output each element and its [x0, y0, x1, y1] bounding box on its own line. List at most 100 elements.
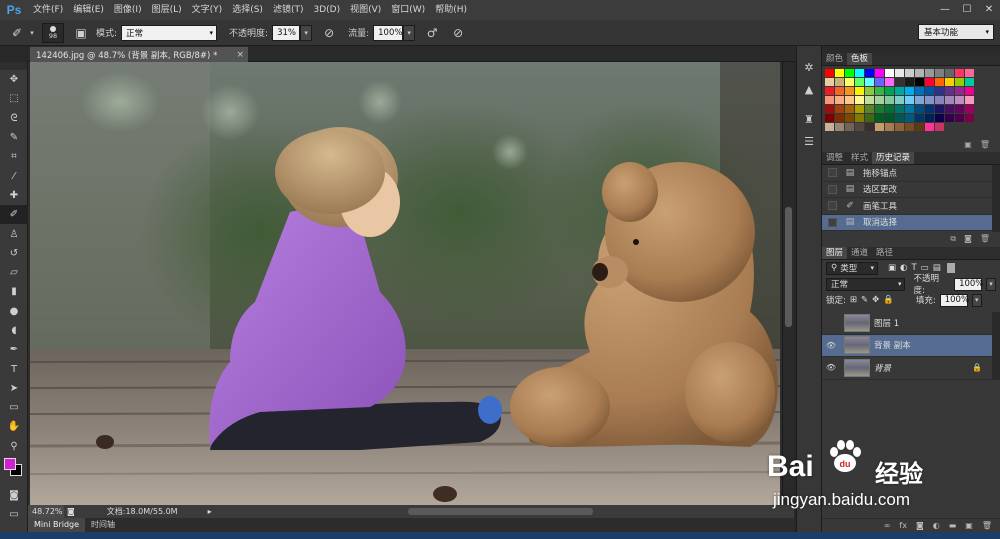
color-swatch[interactable] — [855, 105, 864, 113]
color-swatch[interactable] — [945, 114, 954, 122]
maximize-button[interactable]: ☐ — [956, 0, 978, 18]
color-swatch[interactable] — [905, 114, 914, 122]
menu-item-2[interactable]: 图像(I) — [109, 0, 147, 20]
color-swatch[interactable] — [925, 123, 934, 131]
color-swatch[interactable] — [925, 69, 934, 77]
status-info-icon[interactable]: ◙ — [67, 507, 75, 516]
lock-position-icon[interactable]: ✥ — [872, 295, 879, 305]
trash-icon[interactable]: 🗑 — [980, 140, 990, 149]
color-swatch[interactable] — [965, 78, 974, 86]
brush-panel-icon[interactable]: ▣ — [72, 24, 90, 42]
color-swatch[interactable] — [915, 69, 924, 77]
menu-item-8[interactable]: 视图(V) — [345, 0, 386, 20]
lasso-tool-icon[interactable]: ᘓ — [0, 109, 28, 128]
color-swatch[interactable] — [965, 87, 974, 95]
color-swatch[interactable] — [895, 96, 904, 104]
lock-transparent-icon[interactable]: ⊞ — [850, 295, 857, 305]
layer-row[interactable]: 👁 背景 🔒 — [822, 357, 992, 380]
canvas-area[interactable] — [28, 62, 782, 505]
lock-all-icon[interactable]: 🔒 — [883, 295, 894, 305]
color-swatch[interactable] — [905, 69, 914, 77]
color-swatch[interactable] — [855, 123, 864, 131]
tab-paths[interactable]: 路径 — [872, 247, 897, 259]
menu-item-1[interactable]: 编辑(E) — [68, 0, 109, 20]
tab-history[interactable]: 历史记录 — [872, 152, 915, 164]
color-swatch[interactable] — [965, 105, 974, 113]
tab-layers[interactable]: 图层 — [822, 247, 848, 259]
adjustment-layer-icon[interactable]: ◐ — [933, 521, 940, 530]
color-swatch[interactable] — [895, 105, 904, 113]
pressure-size-icon[interactable]: ⊘ — [449, 24, 467, 42]
color-swatch[interactable] — [915, 114, 924, 122]
color-swatch[interactable] — [935, 105, 944, 113]
tab-timeline[interactable]: 时间轴 — [85, 518, 121, 532]
history-source-checkbox[interactable] — [828, 217, 837, 227]
color-swatch[interactable] — [955, 96, 964, 104]
menu-item-5[interactable]: 选择(S) — [227, 0, 268, 20]
color-swatch[interactable] — [865, 105, 874, 113]
color-swatch[interactable] — [885, 114, 894, 122]
color-swatch[interactable] — [835, 78, 844, 86]
screen-mode-icon[interactable]: ▭ — [0, 505, 28, 524]
color-swatch[interactable] — [835, 96, 844, 104]
filter-pixel-icon[interactable]: ▣ — [888, 263, 896, 273]
color-swatch[interactable] — [825, 105, 834, 113]
healing-brush-tool-icon[interactable]: ✚ — [0, 186, 28, 205]
horizontal-scroll-thumb[interactable] — [408, 508, 593, 515]
color-swatch[interactable] — [865, 96, 874, 104]
color-swatch[interactable] — [875, 69, 884, 77]
lock-pixels-icon[interactable]: ✎ — [861, 295, 868, 305]
history-item[interactable]: ▤ 拖移锚点 — [822, 165, 992, 182]
color-swatch[interactable] — [905, 105, 914, 113]
move-tool-icon[interactable]: ✥ — [0, 70, 28, 89]
color-swatch[interactable] — [945, 78, 954, 86]
type-tool-icon[interactable]: T — [0, 359, 28, 378]
color-swatch[interactable] — [835, 114, 844, 122]
tool-presets-icon[interactable]: ♜ — [797, 108, 821, 130]
color-swatch[interactable] — [955, 69, 964, 77]
histogram-icon[interactable]: ▲ — [797, 78, 821, 100]
properties-icon[interactable]: ☰ — [797, 130, 821, 152]
color-swatch[interactable] — [895, 123, 904, 131]
link-layers-icon[interactable]: ∞ — [884, 521, 891, 530]
color-swatch[interactable] — [855, 87, 864, 95]
photo-canvas[interactable] — [30, 62, 780, 505]
menu-item-7[interactable]: 3D(D) — [308, 0, 345, 20]
color-swatch[interactable] — [965, 96, 974, 104]
color-swatch[interactable] — [825, 123, 834, 131]
color-swatch[interactable] — [915, 78, 924, 86]
color-swatch[interactable] — [855, 96, 864, 104]
color-swatch[interactable] — [895, 114, 904, 122]
color-swatch[interactable] — [915, 105, 924, 113]
new-group-icon[interactable]: ▬ — [949, 521, 957, 530]
color-swatch[interactable] — [865, 87, 874, 95]
vertical-scrollbar[interactable] — [782, 62, 794, 505]
color-swatch[interactable] — [965, 69, 974, 77]
close-button[interactable]: ✕ — [978, 0, 1000, 18]
color-swatch[interactable] — [945, 87, 954, 95]
path-select-tool-icon[interactable]: ➤ — [0, 379, 28, 398]
marquee-tool-icon[interactable]: ⬚ — [0, 89, 28, 108]
quick-mask-icon[interactable]: ◙ — [0, 486, 28, 505]
layer-opacity-input[interactable]: 100% — [954, 277, 983, 291]
color-swatch[interactable] — [935, 69, 944, 77]
gradient-tool-icon[interactable]: ▮ — [0, 282, 28, 301]
fill-input[interactable]: 100% — [939, 293, 969, 307]
new-swatch-icon[interactable]: ▣ — [964, 140, 972, 149]
trash-icon[interactable]: 🗑 — [980, 234, 990, 243]
color-swatch[interactable] — [865, 123, 874, 131]
zoom-tool-icon[interactable]: ⚲ — [0, 437, 28, 456]
flow-input[interactable]: 100% — [373, 24, 404, 41]
color-swatch[interactable] — [955, 114, 964, 122]
color-swatch[interactable] — [875, 87, 884, 95]
color-swatch[interactable] — [925, 87, 934, 95]
tools-panel-header[interactable] — [0, 62, 27, 70]
tab-channels[interactable]: 通道 — [847, 247, 872, 259]
tab-swatches[interactable]: 色板 — [847, 53, 873, 65]
color-swatch[interactable] — [845, 105, 854, 113]
color-swatch[interactable] — [865, 114, 874, 122]
color-swatch[interactable] — [835, 69, 844, 77]
shape-tool-icon[interactable]: ▭ — [0, 398, 28, 417]
color-swatch[interactable] — [845, 96, 854, 104]
color-swatch[interactable] — [925, 114, 934, 122]
